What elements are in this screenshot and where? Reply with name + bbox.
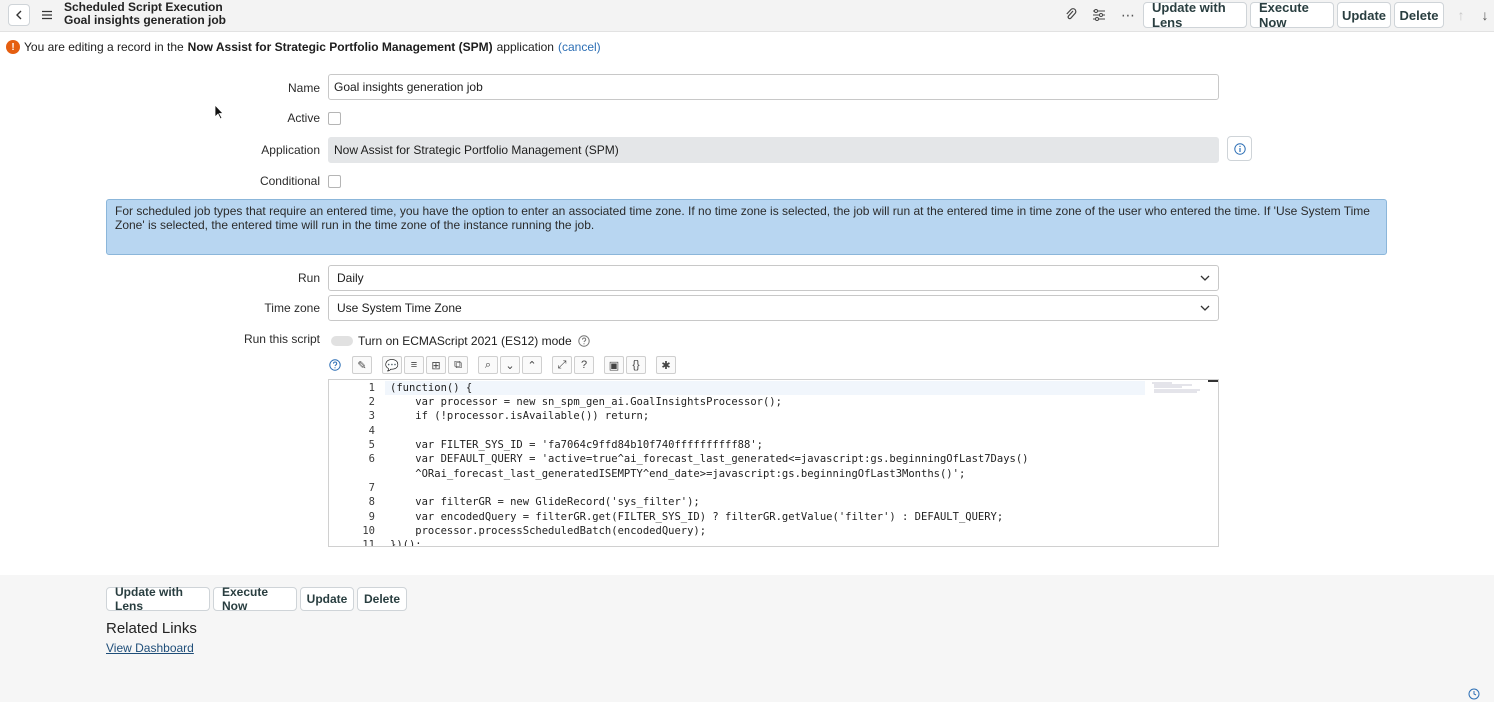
scope-notice: ! You are editing a record in the Now As… [6,40,601,54]
line-number: 11 [362,539,375,547]
chevron-down-icon [1200,275,1210,281]
run-select[interactable]: Daily [328,265,1219,291]
comment-icon[interactable]: 💬 [382,356,402,374]
help-icon[interactable]: ? [574,356,594,374]
notice-app-name: Now Assist for Strategic Portfolio Manag… [187,40,493,54]
save-icon[interactable]: ▣ [604,356,624,374]
line-number-gutter: 1 2 3 4 5 6 7 8 9 10 11 [329,380,379,546]
application-info-button[interactable] [1227,136,1252,161]
line-number: 10 [362,525,375,537]
find-next-icon[interactable]: ⌄ [500,356,520,374]
code-line: var processor = new sn_spm_gen_ai.GoalIn… [390,396,782,408]
hamburger-icon [42,10,52,20]
name-input[interactable]: Goal insights generation job [328,74,1219,100]
info-icon [1233,142,1246,155]
attachment-button[interactable] [1060,4,1082,26]
debug-icon[interactable]: ✱ [656,356,676,374]
active-checkbox[interactable] [328,112,341,125]
arrow-down-icon: ↓ [1481,7,1489,23]
related-links-heading: Related Links [106,620,197,637]
conditional-checkbox[interactable] [328,175,341,188]
record-name-title: Goal insights generation job [64,13,227,27]
form-header: Scheduled Script Execution Goal insights… [0,0,1494,32]
help-icon[interactable] [577,335,590,347]
es12-toggle[interactable] [331,336,353,346]
execute-now-button[interactable]: Execute Now [1250,0,1334,30]
code-line: ^ORai_forecast_last_generatedISEMPTY^end… [390,468,966,480]
find-previous-icon[interactable]: ⌃ [522,356,542,374]
back-button[interactable] [8,4,30,26]
line-number: 5 [368,439,375,451]
timezone-select[interactable]: Use System Time Zone [328,295,1219,321]
line-number: 7 [368,482,375,494]
view-dashboard-link[interactable]: View Dashboard [106,641,194,655]
name-label: Name [287,81,320,95]
code-icon[interactable]: {} [626,356,646,374]
code-line: var filterGR = new GlideRecord('sys_filt… [390,496,700,508]
ellipsis-icon: ⋯ [1121,6,1135,23]
footer-delete-button[interactable]: Delete [357,587,407,611]
insert-snippet-icon[interactable]: ⊞ [426,356,446,374]
active-label: Active [287,111,320,125]
footer-update-with-lens-button[interactable]: Update with Lens [106,585,210,613]
script-editor-toolbar: ✎ 💬 ≡ ⊞ ⧉ ⌕ ⌄ ⌃ ⤢ ? ▣ {} ✱ [328,355,676,375]
line-number: 9 [368,511,375,523]
line-number: 8 [368,496,375,508]
code-line: var encodedQuery = filterGR.get(FILTER_S… [390,511,1004,523]
sliders-icon [1093,9,1105,21]
update-with-lens-button[interactable]: Update with Lens [1143,0,1247,30]
code-line: processor.processScheduledBatch(encodedQ… [390,525,707,537]
update-button[interactable]: Update [1337,2,1391,28]
footer-execute-now-button[interactable]: Execute Now [213,585,297,613]
help-icon[interactable] [328,359,342,371]
line-number: 4 [368,425,375,437]
clock-icon[interactable] [1468,687,1480,700]
conditional-label: Conditional [259,174,320,188]
code-line: if (!processor.isAvailable()) return; [390,410,650,422]
code-line: (function() { [390,382,473,394]
code-line: var DEFAULT_QUERY = 'active=true^ai_fore… [390,453,1029,465]
line-number: 2 [368,396,375,408]
form-type-title: Scheduled Script Execution [64,0,223,14]
arrow-up-icon: ↑ [1457,7,1465,23]
footer-update-button[interactable]: Update [300,587,354,611]
es12-row: Turn on ECMAScript 2021 (ES12) mode [358,334,590,348]
run-label: Run [297,271,320,285]
personalize-button[interactable] [1088,4,1110,26]
line-number: 3 [368,410,375,422]
timezone-info-message: For scheduled job types that require an … [106,199,1387,255]
chevron-left-icon [16,10,22,20]
line-number: 1 [368,382,375,394]
fullscreen-icon[interactable]: ⤢ [552,356,572,374]
menu-button[interactable] [36,4,58,26]
es12-label: Turn on ECMAScript 2021 (ES12) mode [358,334,572,348]
next-record-button[interactable]: ↓ [1474,4,1494,26]
format-code-icon[interactable]: ≡ [404,356,424,374]
application-field: Now Assist for Strategic Portfolio Manag… [328,137,1219,163]
search-icon[interactable]: ⌕ [478,356,498,374]
previous-record-button[interactable]: ↑ [1450,4,1472,26]
code-line: var FILTER_SYS_ID = 'fa7064c9ffd84b10f74… [390,439,763,451]
script-include-icon[interactable]: ⧉ [448,356,468,374]
notice-suffix: application [496,40,554,54]
script-label: Run this script [243,332,320,346]
toggle-syntax-highlighting-icon[interactable]: ✎ [352,356,372,374]
delete-button[interactable]: Delete [1394,2,1444,28]
notice-prefix: You are editing a record in the [24,40,184,54]
timezone-label: Time zone [264,301,320,315]
run-select-value: Daily [337,271,364,285]
cancel-link[interactable]: (cancel) [558,40,601,54]
warning-icon: ! [6,40,20,54]
active-line-highlight [385,381,1145,395]
scrollbar-thumb[interactable] [1208,380,1218,382]
paperclip-icon [1066,8,1077,20]
chevron-down-icon [1200,305,1210,311]
code-minimap[interactable] [1152,382,1202,394]
application-label: Application [261,143,320,157]
code-line: })(); [390,539,422,547]
script-editor[interactable]: 1 2 3 4 5 6 7 8 9 10 11 (function() { va… [328,379,1219,547]
line-number: 6 [368,453,375,465]
more-options-button[interactable]: ⋯ [1117,4,1139,26]
timezone-select-value: Use System Time Zone [337,301,462,315]
